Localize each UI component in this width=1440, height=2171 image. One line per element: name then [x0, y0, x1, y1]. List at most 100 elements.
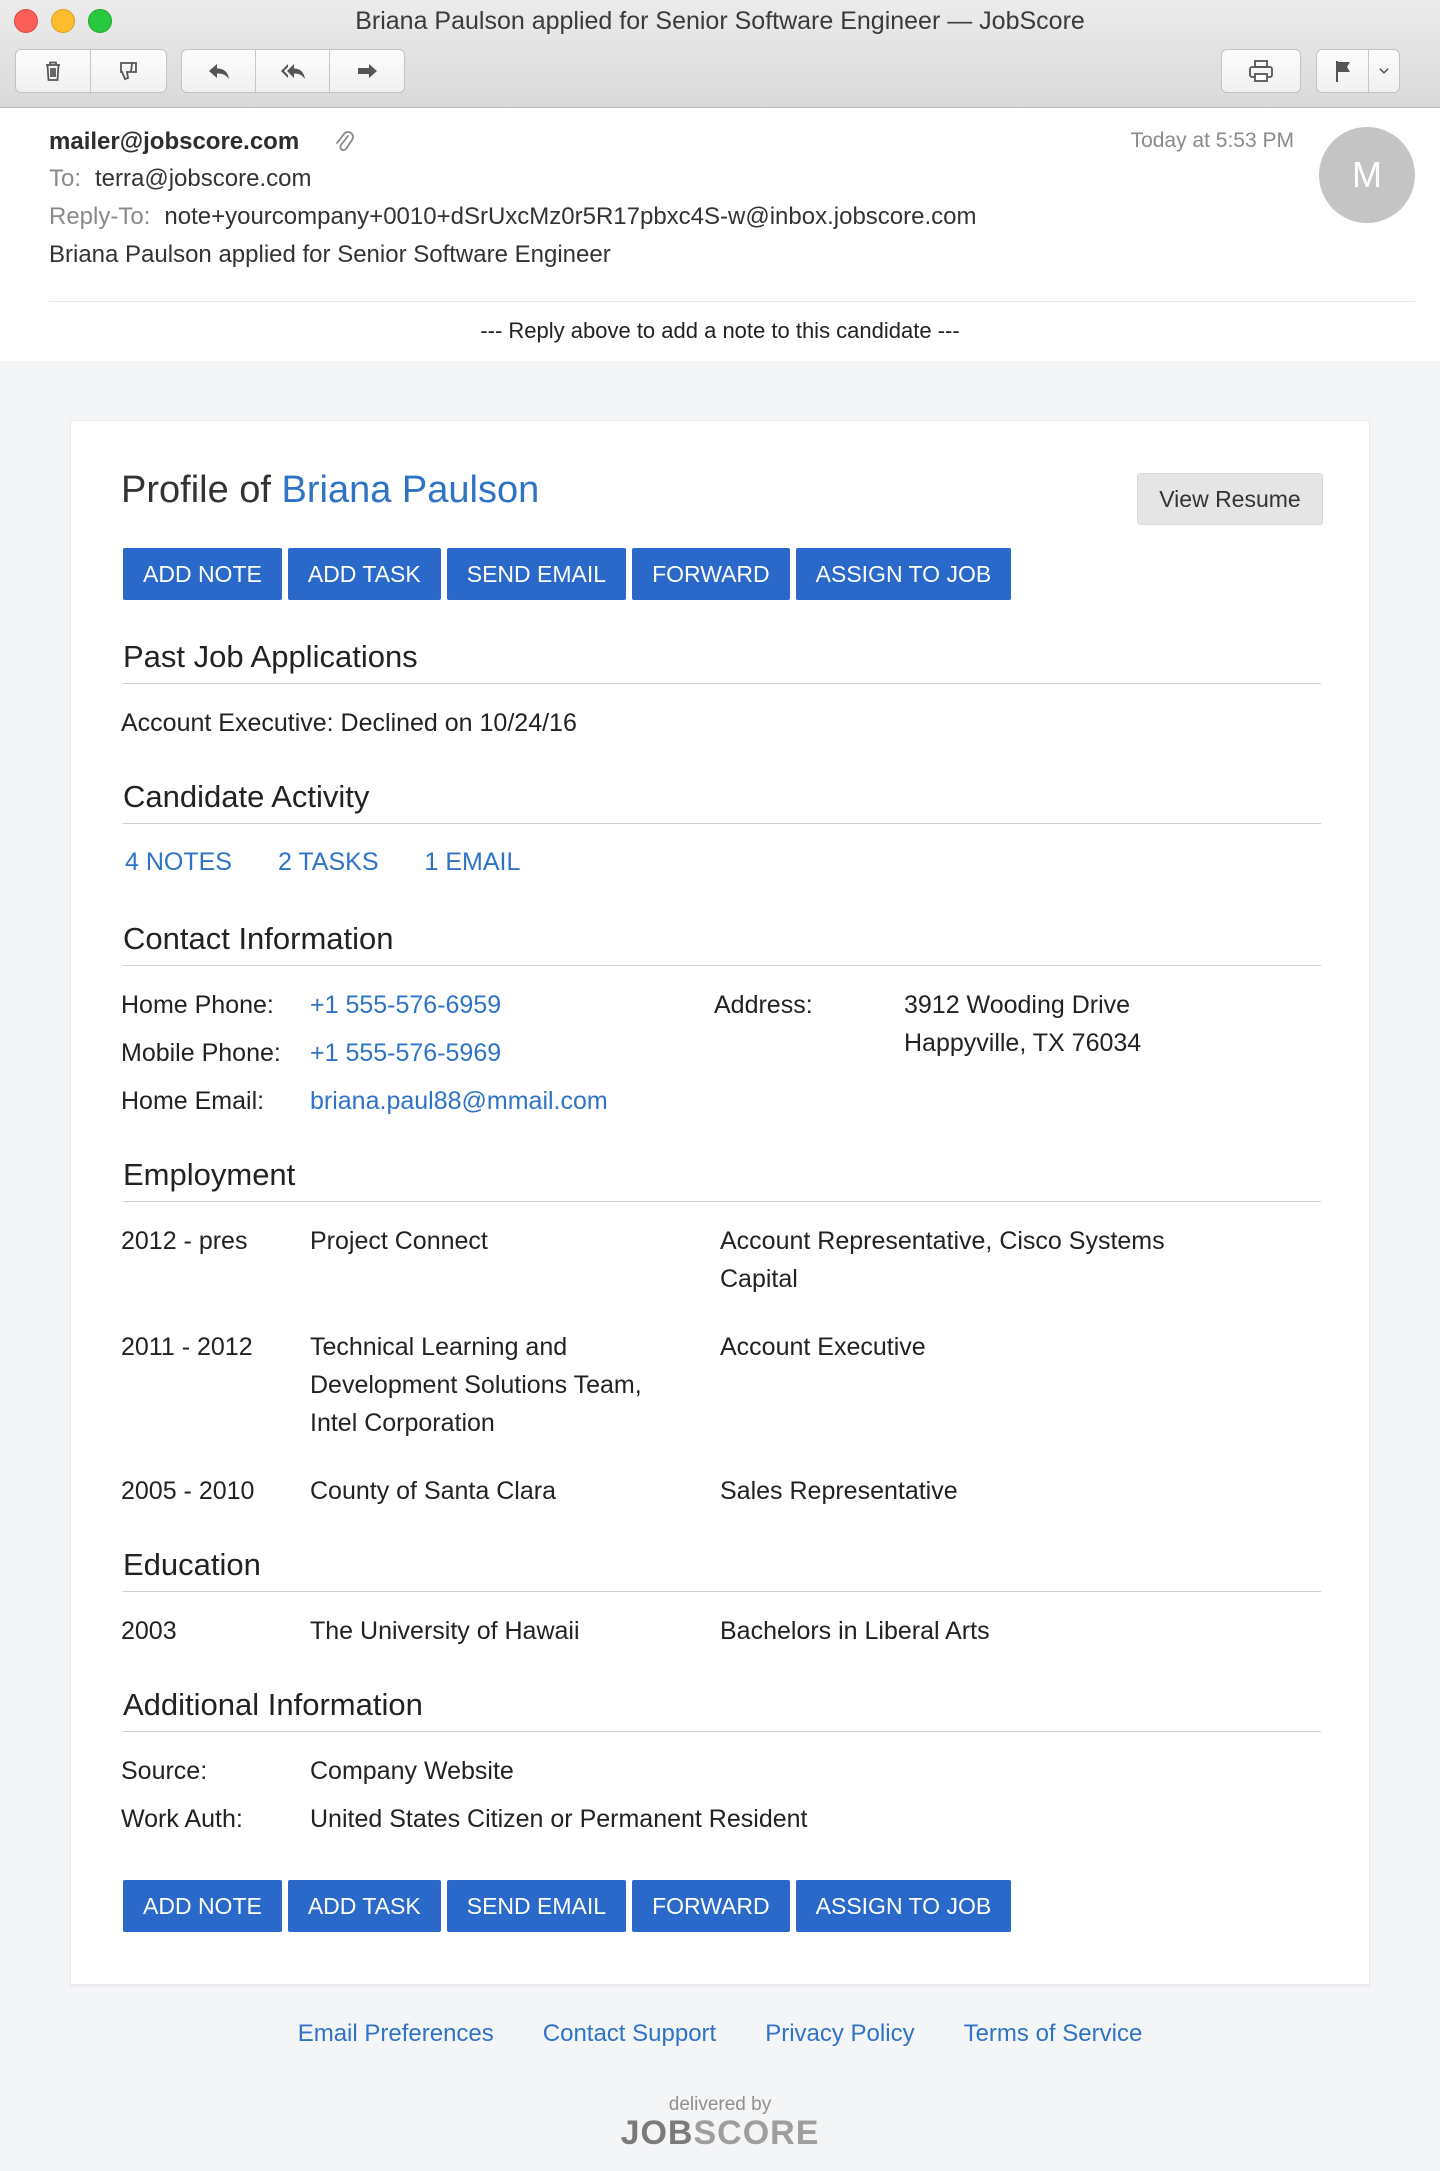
add-task-button[interactable]: ADD TASK [287, 1880, 441, 1932]
flag-group [1316, 49, 1400, 93]
reply-group [181, 49, 405, 93]
employment-role: Capital [720, 1265, 798, 1293]
print-button[interactable] [1222, 50, 1300, 92]
profile-title: Profile of Briana Paulson [121, 469, 539, 512]
window-title: Briana Paulson applied for Senior Softwa… [355, 7, 1085, 35]
to-label: To: [49, 165, 82, 192]
flag-button[interactable] [1317, 50, 1369, 92]
additional-info-heading: Additional Information [123, 1687, 1321, 1732]
message-date: Today at 5:53 PM [1130, 129, 1294, 152]
reply-all-icon [280, 64, 305, 79]
add-note-button[interactable]: ADD NOTE [123, 548, 282, 600]
send-email-button[interactable]: SEND EMAIL [446, 548, 627, 600]
sender-address[interactable]: mailer@jobscore.com [49, 128, 299, 156]
forward-button[interactable] [330, 50, 404, 92]
education-year: 2003 [121, 1617, 177, 1645]
reply-instruction: --- Reply above to add a note to this ca… [480, 318, 960, 343]
junk-button[interactable] [91, 50, 166, 92]
reply-to-address[interactable]: note+yourcompany+0010+dSrUxcMz0r5R17pbxc… [164, 203, 976, 230]
jobscore-logo[interactable]: JOBSCORE [0, 2114, 1440, 2153]
home-email-label: Home Email: [121, 1087, 265, 1115]
add-note-button[interactable]: ADD NOTE [123, 1880, 282, 1932]
employment-company: Technical Learning and [310, 1333, 568, 1361]
education-degree: Bachelors in Liberal Arts [720, 1617, 990, 1645]
terms-of-service-link[interactable]: Terms of Service [964, 2020, 1143, 2048]
view-resume-button[interactable]: View Resume [1137, 473, 1323, 525]
junk-icon [119, 62, 137, 81]
home-phone-link[interactable]: +1 555-576-6959 [310, 986, 501, 1024]
sender-avatar: M [1319, 127, 1415, 223]
print-icon [1249, 60, 1273, 82]
activity-links: 4 NOTES 2 TASKS 1 EMAIL [125, 848, 520, 877]
to-address[interactable]: terra@jobscore.com [95, 165, 311, 192]
employment-company: Development Solutions Team, [310, 1371, 642, 1399]
contact-heading: Contact Information [123, 921, 1321, 966]
reply-to-row: Reply-To: note+yourcompany+0010+dSrUxcMz0… [49, 203, 976, 231]
delete-junk-group [15, 49, 167, 93]
header-divider [49, 301, 1415, 302]
card-content: Profile of Briana Paulson View Resume AD… [121, 421, 1323, 1984]
email-preferences-link[interactable]: Email Preferences [298, 2020, 494, 2048]
reply-to-label: Reply-To: [49, 203, 151, 230]
privacy-policy-link[interactable]: Privacy Policy [765, 2020, 914, 2048]
reply-all-button[interactable] [256, 50, 330, 92]
candidate-name-link[interactable]: Briana Paulson [282, 469, 540, 511]
employment-role: Sales Representative [720, 1477, 958, 1505]
education-heading: Education [123, 1547, 1321, 1592]
mobile-phone-link[interactable]: +1 555-576-5969 [310, 1034, 501, 1072]
forward-candidate-button[interactable]: FORWARD [632, 548, 790, 600]
home-email-link[interactable]: briana.paul88@mmail.com [310, 1082, 608, 1120]
tasks-link[interactable]: 2 TASKS [278, 848, 379, 877]
notes-link[interactable]: 4 NOTES [125, 848, 232, 877]
employment-role: Account Representative, Cisco Systems [720, 1227, 1165, 1255]
address-line-1: 3912 Wooding Drive [904, 991, 1131, 1019]
forward-candidate-button[interactable]: FORWARD [632, 1880, 790, 1932]
employment-years: 2005 - 2010 [121, 1477, 255, 1505]
window-titlebar: Briana Paulson applied for Senior Softwa… [0, 0, 1440, 108]
assign-to-job-button[interactable]: ASSIGN TO JOB [795, 1880, 1012, 1932]
employment-company: County of Santa Clara [310, 1477, 556, 1505]
source-value: Company Website [310, 1757, 514, 1785]
reply-button[interactable] [182, 50, 256, 92]
trash-icon [46, 61, 60, 81]
delete-button[interactable] [16, 50, 91, 92]
employment-heading: Employment [123, 1157, 1321, 1202]
past-applications-heading: Past Job Applications [123, 639, 1321, 684]
bottom-action-bar: ADD NOTE ADD TASK SEND EMAIL FORWARD ASS… [123, 1880, 1012, 1932]
message-header: mailer@jobscore.com Today at 5:53 PM M T… [0, 108, 1440, 361]
past-application-item: Account Executive: Declined on 10/24/16 [121, 709, 577, 737]
avatar-initial: M [1352, 154, 1382, 195]
paperclip-icon [336, 131, 355, 152]
add-task-button[interactable]: ADD TASK [287, 548, 441, 600]
logo-job: JOB [620, 2114, 694, 2152]
top-action-bar: ADD NOTE ADD TASK SEND EMAIL FORWARD ASS… [123, 548, 1012, 600]
activity-heading: Candidate Activity [123, 779, 1321, 824]
employment-company: Intel Corporation [310, 1409, 495, 1437]
mobile-phone-label: Mobile Phone: [121, 1039, 281, 1067]
employment-role: Account Executive [720, 1333, 926, 1361]
footer-links: Email Preferences Contact Support Privac… [0, 2020, 1440, 2048]
assign-to-job-button[interactable]: ASSIGN TO JOB [795, 548, 1012, 600]
work-auth-label: Work Auth: [121, 1805, 243, 1833]
email-link[interactable]: 1 EMAIL [425, 848, 521, 877]
flag-icon [1335, 61, 1350, 82]
reply-icon [208, 64, 229, 79]
employment-years: 2011 - 2012 [121, 1333, 253, 1361]
address-label: Address: [714, 991, 813, 1019]
employment-company: Project Connect [310, 1227, 488, 1255]
subject-line: Briana Paulson applied for Senior Softwa… [49, 241, 611, 268]
contact-support-link[interactable]: Contact Support [543, 2020, 716, 2048]
home-phone-label: Home Phone: [121, 991, 274, 1019]
to-row: To: terra@jobscore.com [49, 165, 311, 193]
source-label: Source: [121, 1757, 208, 1785]
flag-menu-button[interactable] [1369, 50, 1399, 92]
forward-icon [358, 64, 377, 78]
chevron-down-icon [1379, 68, 1389, 74]
send-email-button[interactable]: SEND EMAIL [446, 1880, 627, 1932]
logo-score: SCORE [693, 2114, 820, 2152]
sender-line: mailer@jobscore.com [49, 128, 355, 156]
employment-years: 2012 - pres [121, 1227, 248, 1255]
candidate-profile-card: Profile of Briana Paulson View Resume AD… [70, 420, 1370, 1985]
education-school: The University of Hawaii [310, 1617, 580, 1645]
delivered-by-text: delivered by [668, 2094, 772, 2115]
